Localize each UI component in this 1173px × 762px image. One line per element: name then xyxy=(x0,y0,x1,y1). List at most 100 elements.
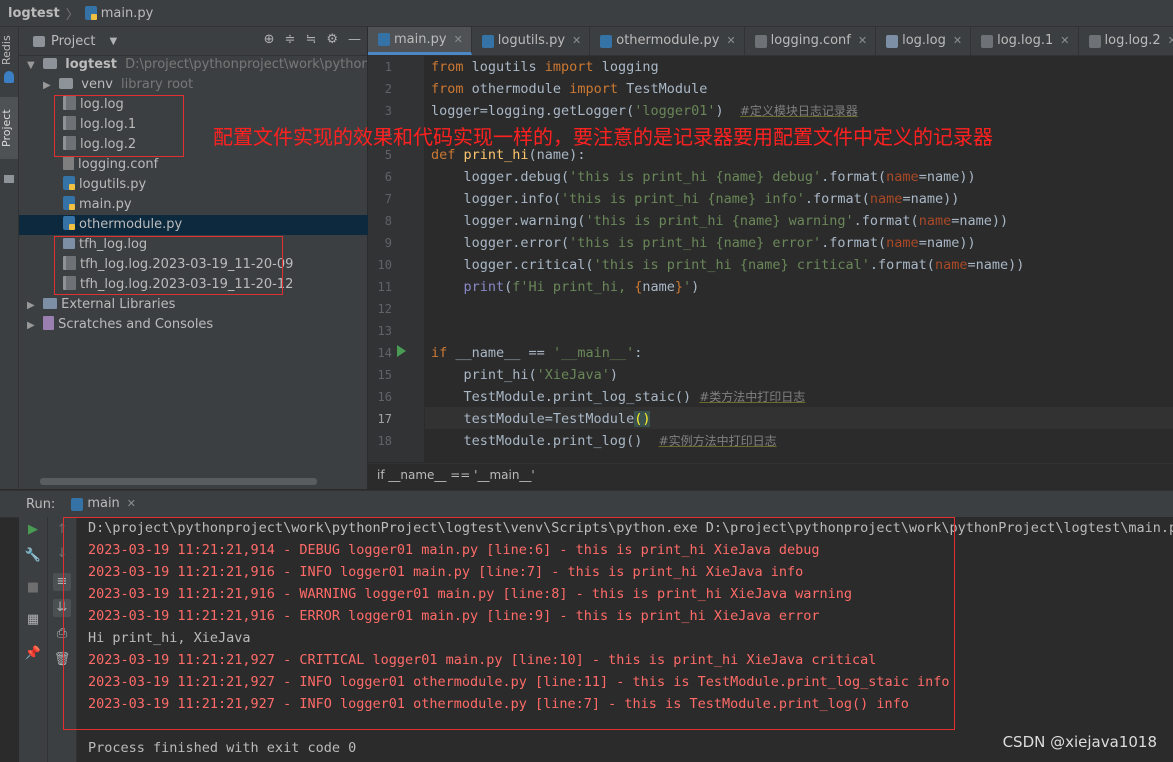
python-file-icon xyxy=(84,6,97,20)
wrench-icon[interactable]: 🔧 xyxy=(24,547,42,565)
project-panel: Project ▼ ⊕ ≑ ≒ ⚙ — ▼ logtest D:\project… xyxy=(19,27,411,489)
run-tab-main[interactable]: main ✕ xyxy=(65,492,142,516)
root-folder-path: D:\project\pythonproject\work\pythonProj… xyxy=(125,57,367,72)
project-tool-tab[interactable]: Project xyxy=(0,97,18,159)
run-toolbar-primary: ▶ 🔧 ■ ▦ 📌 xyxy=(19,517,48,762)
tree-item-othermodule-py[interactable]: othermodule.py xyxy=(19,215,411,235)
project-panel-header: Project ▼ ⊕ ≑ ≒ ⚙ — xyxy=(19,27,367,56)
tab-label: logging.conf xyxy=(770,33,851,48)
highlight-box-log-files xyxy=(54,95,184,157)
line-number: 6 xyxy=(384,170,392,184)
pin-icon[interactable]: 📌 xyxy=(24,645,42,663)
redis-icon xyxy=(4,71,14,83)
line-number: 16 xyxy=(377,390,392,404)
python-icon xyxy=(71,497,84,511)
layout-icon[interactable]: ▦ xyxy=(24,611,42,629)
tree-item-main-py[interactable]: main.py xyxy=(19,195,411,215)
line-number: 1 xyxy=(384,60,392,74)
code-line: logger.error('this is print_hi {name} er… xyxy=(431,235,976,251)
locate-icon[interactable]: ⊕ xyxy=(264,32,275,47)
breadcrumb-file[interactable]: main.py xyxy=(101,6,154,21)
project-panel-title[interactable]: Project xyxy=(51,34,95,49)
folder-icon xyxy=(4,175,14,183)
project-horizontal-scrollbar[interactable] xyxy=(40,478,317,485)
gear-icon[interactable]: ⚙ xyxy=(326,32,338,47)
close-icon[interactable]: ✕ xyxy=(1168,27,1173,55)
close-icon[interactable]: ✕ xyxy=(572,27,581,55)
tree-item-venv[interactable]: ▶ venv library root xyxy=(19,75,367,95)
line-number: 10 xyxy=(377,258,392,272)
close-icon[interactable]: ✕ xyxy=(953,27,962,55)
left-tool-strip: Redis Project xyxy=(0,27,19,489)
expand-all-icon[interactable]: ≑ xyxy=(285,32,296,47)
text-file-icon xyxy=(1088,34,1101,48)
line-number: 15 xyxy=(377,368,392,382)
close-icon[interactable]: ✕ xyxy=(858,27,867,55)
expand-arrow-icon[interactable]: ▶ xyxy=(43,76,55,95)
expand-arrow-icon[interactable]: ▶ xyxy=(27,316,39,335)
editor-structure-breadcrumb[interactable]: if __name__ == '__main__' xyxy=(368,463,1173,485)
line-number: 7 xyxy=(384,192,392,206)
close-icon[interactable]: ✕ xyxy=(1060,27,1069,55)
line-number: 14 xyxy=(377,346,392,360)
python-file-icon xyxy=(63,216,75,230)
scratches-icon xyxy=(43,316,55,330)
line-number: 12 xyxy=(377,302,392,316)
stop-icon[interactable]: ■ xyxy=(24,579,42,597)
line-number: 8 xyxy=(384,214,392,228)
python-file-icon xyxy=(600,34,613,48)
chevron-down-icon[interactable]: ▼ xyxy=(109,36,117,47)
python-file-icon xyxy=(63,176,75,190)
tab-label: logutils.py xyxy=(497,33,566,48)
close-icon[interactable]: ✕ xyxy=(726,27,735,55)
line-number: 18 xyxy=(377,434,392,448)
close-icon[interactable]: ✕ xyxy=(127,492,136,516)
folder-icon xyxy=(43,58,58,69)
breadcrumb-separator: 〉 xyxy=(65,7,79,23)
redis-tool-tab[interactable]: Redis xyxy=(0,33,18,67)
tab-main-py[interactable]: main.py ✕ xyxy=(368,27,472,55)
code-line: logger.critical('this is print_hi {name}… xyxy=(431,257,1025,273)
tab-logutils-py[interactable]: logutils.py ✕ xyxy=(472,27,591,55)
code-line: TestModule.print_log_staic() #类方法中打印日志 xyxy=(431,389,806,405)
tree-item-logutils-py[interactable]: logutils.py xyxy=(19,175,411,195)
code-lines: from logutils import logging from otherm… xyxy=(425,56,1173,462)
line-number: 13 xyxy=(377,324,392,338)
line-number: 3 xyxy=(384,104,392,118)
tree-item-logging-conf[interactable]: logging.conf xyxy=(19,155,411,175)
close-icon[interactable]: ✕ xyxy=(454,27,463,54)
code-line: from othermodule import TestModule xyxy=(431,81,708,97)
tab-label: log.log xyxy=(902,33,946,48)
editor-gutter: 1 2 3 4 5 6 7 8 9 10 11 12 13 14 15 16 1… xyxy=(368,56,424,462)
expand-arrow-icon[interactable]: ▼ xyxy=(27,56,39,75)
library-icon xyxy=(43,298,58,309)
tree-item-label: logging.conf xyxy=(78,157,159,172)
tab-othermodule-py[interactable]: othermodule.py ✕ xyxy=(590,27,745,55)
navigation-breadcrumb: logtest 〉 main.py xyxy=(0,0,1173,27)
tab-log-log-1[interactable]: log.log.1 ✕ xyxy=(971,27,1079,55)
hide-icon[interactable]: — xyxy=(348,32,361,47)
line-number: 2 xyxy=(384,82,392,96)
rerun-icon[interactable]: ▶ xyxy=(24,521,42,539)
run-gutter-icon[interactable] xyxy=(397,345,406,357)
tab-log-log-2[interactable]: log.log.2 ✕ xyxy=(1079,27,1173,55)
code-line: testModule.print_log() #实例方法中打印日志 xyxy=(431,433,777,449)
tab-label: log.log.2 xyxy=(1104,33,1161,48)
console-line-exit: Process finished with exit code 0 xyxy=(88,740,357,756)
tree-item-label: logutils.py xyxy=(79,177,147,192)
tree-item-external-libraries[interactable]: ▶ External Libraries xyxy=(19,295,367,315)
tab-logging-conf[interactable]: logging.conf ✕ xyxy=(745,27,877,55)
expand-arrow-icon[interactable]: ▶ xyxy=(27,296,39,315)
tree-root[interactable]: ▼ logtest D:\project\pythonproject\work\… xyxy=(19,55,367,75)
tab-label: main.py xyxy=(394,31,447,47)
tab-log-log[interactable]: log.log ✕ xyxy=(876,27,972,55)
code-line-current: testModule=TestModule() xyxy=(431,411,651,427)
tab-label: othermodule.py xyxy=(616,33,720,48)
config-file-icon xyxy=(63,156,74,170)
collapse-all-icon[interactable]: ≒ xyxy=(305,32,316,47)
tree-item-scratches[interactable]: ▶ Scratches and Consoles xyxy=(19,315,367,335)
project-folder-icon xyxy=(33,35,45,47)
breadcrumb-project[interactable]: logtest xyxy=(8,6,60,21)
run-panel-header: Run: main ✕ xyxy=(0,490,1173,518)
code-line: logger.debug('this is print_hi {name} de… xyxy=(431,169,976,185)
